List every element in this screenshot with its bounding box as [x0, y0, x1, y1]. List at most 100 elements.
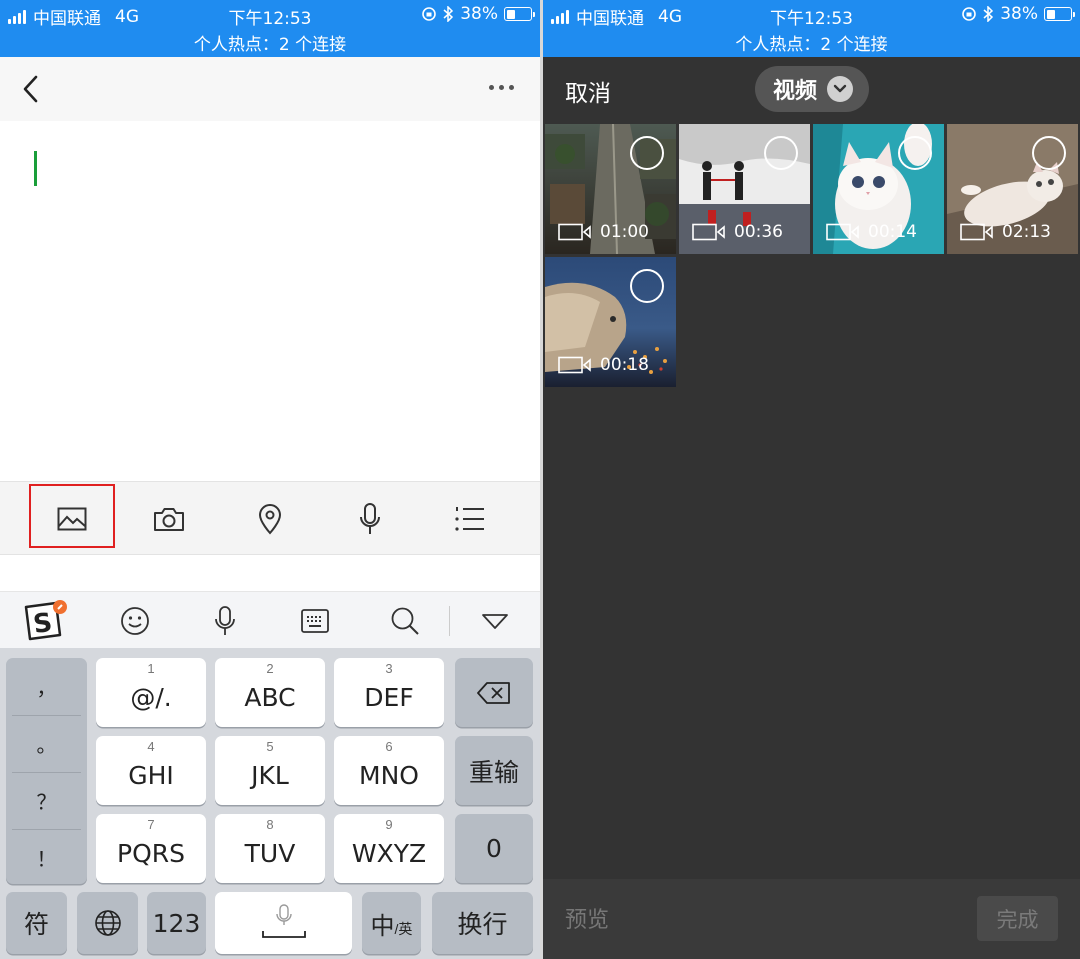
voice-memo-button[interactable]	[327, 482, 413, 556]
key-3[interactable]: 3 DEF	[334, 658, 444, 727]
video-thumbnail[interactable]: 01:00	[545, 124, 676, 254]
video-thumbnail[interactable]: 00:14	[813, 124, 944, 254]
punct-question-key[interactable]: ？	[6, 772, 87, 828]
video-thumbnail[interactable]: 02:13	[947, 124, 1078, 254]
key-9[interactable]: 9 WXYZ	[334, 814, 444, 883]
key-6[interactable]: 6 MNO	[334, 736, 444, 805]
key-7[interactable]: 7 PQRS	[96, 814, 206, 883]
checklist-button[interactable]	[427, 482, 513, 556]
key-number: 3	[385, 661, 393, 676]
microphone-icon	[360, 503, 380, 534]
video-duration: 00:36	[734, 222, 783, 242]
picker-navbar: 取消 视频	[543, 57, 1080, 121]
key-number: 9	[385, 817, 393, 832]
editor-navbar	[0, 57, 540, 121]
key-2[interactable]: 2 ABC	[215, 658, 325, 727]
ime-toolbar: S	[0, 591, 540, 648]
camera-button[interactable]	[126, 482, 212, 556]
key-label: ABC	[244, 683, 296, 712]
emoji-button[interactable]	[110, 592, 160, 649]
camera-icon	[154, 508, 184, 531]
key-label: 符	[23, 910, 49, 939]
key-1[interactable]: 1 @/.	[96, 658, 206, 727]
chevron-down-icon	[827, 76, 854, 102]
status-bar: 中国联通 4G 下午12:53 38% 个人热点：2 个连接	[543, 0, 1080, 57]
chevron-left-icon	[23, 75, 38, 103]
key-number: 5	[266, 739, 274, 754]
video-duration: 00:14	[868, 222, 917, 242]
numbers-key[interactable]: 123	[147, 892, 206, 954]
video-camera-icon	[558, 356, 591, 374]
key-number: 4	[147, 739, 155, 754]
video-duration: 02:13	[1002, 222, 1051, 242]
key-5[interactable]: 5 JKL	[215, 736, 325, 805]
video-thumbnail[interactable]: 00:36	[679, 124, 810, 254]
video-thumbnail[interactable]: 00:18	[545, 257, 676, 387]
video-camera-icon	[692, 223, 725, 241]
hotspot-status: 个人热点：2 个连接	[735, 35, 888, 55]
bluetooth-icon	[443, 6, 454, 22]
cancel-button[interactable]: 取消	[565, 74, 611, 108]
key-label: 换行	[457, 910, 508, 939]
hotspot-status: 个人热点：2 个连接	[193, 35, 347, 55]
globe-key[interactable]	[77, 892, 138, 954]
select-circle[interactable]	[630, 269, 664, 303]
video-meta: 02:13	[960, 222, 1051, 242]
key-4[interactable]: 4 GHI	[96, 736, 206, 805]
select-circle[interactable]	[764, 136, 798, 170]
collapse-keyboard-button[interactable]	[470, 592, 520, 649]
symbols-key[interactable]: 符	[6, 892, 67, 954]
more-dot-icon	[509, 85, 514, 90]
sogou-logo-icon: S	[24, 599, 67, 640]
select-circle[interactable]	[1032, 136, 1066, 170]
key-label: DEF	[364, 683, 414, 712]
punct-period-key[interactable]: 。	[6, 715, 87, 771]
select-circle[interactable]	[630, 136, 664, 170]
note-text-area[interactable]	[0, 121, 540, 481]
picker-bottom-bar: 预览 完成	[543, 879, 1080, 959]
globe-icon	[94, 910, 121, 936]
more-options-button[interactable]	[489, 85, 514, 90]
backspace-key[interactable]	[455, 658, 533, 727]
more-dot-icon	[489, 85, 494, 90]
retype-key[interactable]: 重输	[455, 736, 533, 805]
preview-button[interactable]: 预览	[565, 902, 609, 934]
location-button[interactable]	[227, 482, 313, 556]
key-label: WXYZ	[351, 839, 427, 868]
rotation-lock-icon	[422, 7, 437, 21]
video-camera-icon	[960, 223, 993, 241]
bluetooth-icon	[983, 6, 994, 22]
space-key[interactable]	[215, 892, 352, 954]
ime-search-button[interactable]	[380, 592, 430, 649]
voice-input-button[interactable]	[200, 592, 250, 649]
keyboard-switch-button[interactable]	[290, 592, 340, 649]
rotation-lock-icon	[962, 7, 977, 21]
key-label: MNO	[359, 761, 419, 790]
key-number: 8	[266, 817, 274, 832]
punct-exclaim-key[interactable]: ！	[6, 829, 87, 885]
select-circle[interactable]	[898, 136, 932, 170]
key-label: 中	[370, 911, 395, 940]
video-picker-screen: 中国联通 4G 下午12:53 38% 个人热点：2 个连接 取消 视频 01:…	[543, 0, 1080, 959]
newline-key[interactable]: 换行	[432, 892, 533, 954]
key-number: 2	[266, 661, 274, 676]
note-editor-screen: 中国联通 4G 下午12:53 38% 个人热点：2 个连接 S ， 。 ？ ！…	[0, 0, 540, 959]
sogou-logo-button[interactable]: S	[20, 592, 70, 649]
back-button[interactable]	[20, 73, 46, 105]
collapse-keyboard-icon	[482, 613, 508, 629]
image-icon	[57, 507, 87, 531]
punct-comma-key[interactable]: ，	[6, 658, 87, 714]
key-label: PQRS	[117, 839, 185, 868]
key-label: 0	[486, 834, 502, 863]
location-pin-icon	[258, 504, 282, 535]
text-cursor	[34, 151, 37, 186]
key-8[interactable]: 8 TUV	[215, 814, 325, 883]
list-icon	[455, 507, 484, 531]
t9-keyboard: ， 。 ？ ！ 1 @/. 2 ABC 3 DEF 4 GHI 5 JKL 6 MNO 重输…	[0, 648, 540, 959]
media-type-dropdown[interactable]: 视频	[755, 66, 869, 112]
key-0[interactable]: 0	[455, 814, 533, 883]
insert-image-button[interactable]	[29, 482, 115, 556]
language-switch-key[interactable]: 中/英	[362, 892, 421, 954]
battery-icon	[504, 7, 535, 21]
done-button[interactable]: 完成	[977, 896, 1058, 941]
